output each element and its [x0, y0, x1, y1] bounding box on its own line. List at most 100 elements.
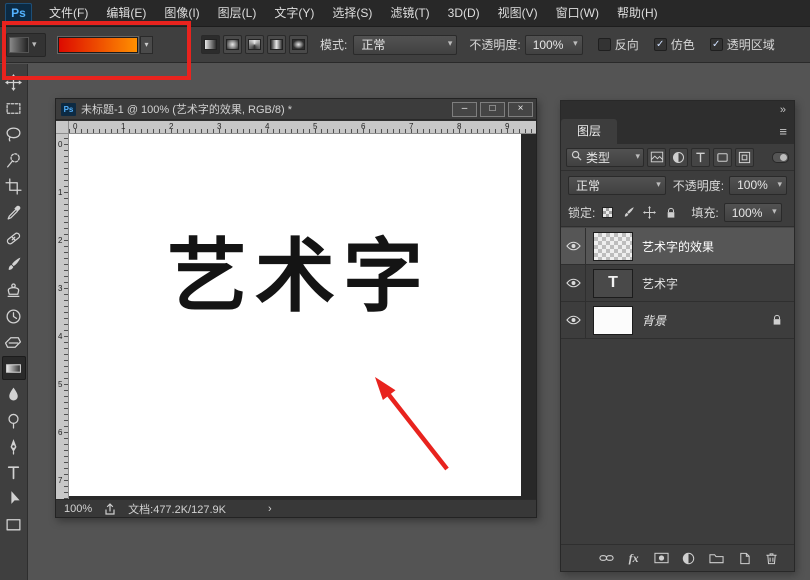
tool-spot-healing-icon[interactable]	[2, 226, 26, 250]
reverse-checkbox-box[interactable]	[598, 38, 611, 51]
filter-kind-select[interactable]: 类型	[566, 148, 644, 167]
layer-thumbnail-checker[interactable]	[593, 232, 633, 261]
menu-item-type[interactable]: 文字(Y)	[265, 0, 323, 26]
collapse-panels-icon[interactable]: »	[780, 104, 786, 116]
eye-icon	[566, 241, 581, 251]
gradient-picker[interactable]	[58, 37, 138, 53]
tool-type-icon[interactable]	[2, 460, 26, 484]
ruler-v-number: 7	[58, 476, 62, 485]
layer-row-background[interactable]: 背景	[561, 302, 794, 339]
angle-gradient-button[interactable]	[245, 35, 264, 54]
zoom-level[interactable]: 100%	[64, 503, 92, 515]
tool-preset-gradient-icon	[9, 37, 29, 53]
visibility-toggle[interactable]	[561, 265, 586, 302]
export-icon[interactable]	[104, 503, 116, 515]
lock-position-icon[interactable]	[642, 205, 657, 220]
opacity-select[interactable]: 100%	[525, 35, 583, 55]
type-filter-icon[interactable]	[691, 148, 710, 167]
delete-layer-icon[interactable]	[763, 549, 781, 567]
layer-mask-icon[interactable]	[652, 549, 670, 567]
tool-dodge-icon[interactable]	[2, 408, 26, 432]
tool-history-brush-icon[interactable]	[2, 304, 26, 328]
layer-name[interactable]: 艺术字的效果	[642, 238, 714, 255]
menu-item-image[interactable]: 图像(I)	[155, 0, 208, 26]
layer-thumbnail-background[interactable]	[593, 306, 633, 335]
canvas-area: 艺术字	[69, 134, 536, 499]
adjustment-filter-icon[interactable]	[669, 148, 688, 167]
tool-blur-icon[interactable]	[2, 382, 26, 406]
new-layer-icon[interactable]	[735, 549, 753, 567]
gradient-picker-arrow[interactable]: ▾	[140, 36, 153, 54]
lock-all-icon[interactable]	[663, 205, 678, 220]
tool-clone-stamp-icon[interactable]	[2, 278, 26, 302]
tool-gradient-icon[interactable]	[2, 356, 26, 380]
tab-layers[interactable]: 图层	[561, 119, 617, 144]
radial-gradient-button[interactable]	[223, 35, 242, 54]
smart-object-filter-icon[interactable]	[735, 148, 754, 167]
chevron-down-icon: ▾	[32, 39, 37, 50]
lock-pixels-icon[interactable]	[621, 205, 636, 220]
tool-rectangle-icon[interactable]	[2, 512, 26, 536]
layer-name[interactable]: 艺术字	[642, 275, 678, 292]
menu-item-filter[interactable]: 滤镜(T)	[381, 0, 438, 26]
menu-item-file[interactable]: 文件(F)	[40, 0, 97, 26]
reflected-gradient-button[interactable]	[267, 35, 286, 54]
layer-fill-select[interactable]: 100%	[724, 203, 782, 222]
ruler-h-number: 5	[313, 122, 317, 131]
transparency-checkbox-box[interactable]: ✓	[710, 38, 723, 51]
layer-row-effect[interactable]: 艺术字的效果	[561, 228, 794, 265]
visibility-toggle[interactable]	[561, 302, 586, 339]
layer-name[interactable]: 背景	[642, 312, 666, 329]
menu-item-help[interactable]: 帮助(H)	[608, 0, 667, 26]
reverse-checkbox[interactable]: 反向	[598, 36, 639, 53]
adjustment-layer-icon[interactable]	[680, 549, 698, 567]
tool-lasso-icon[interactable]	[2, 122, 26, 146]
minimize-button[interactable]: –	[452, 102, 477, 117]
tool-brush-icon[interactable]	[2, 252, 26, 276]
tool-quick-selection-icon[interactable]	[2, 148, 26, 172]
layer-blend-mode-select[interactable]: 正常	[568, 176, 666, 195]
layer-thumbnail-type[interactable]: T	[593, 269, 633, 298]
dither-checkbox-box[interactable]: ✓	[654, 38, 667, 51]
diamond-gradient-button[interactable]	[289, 35, 308, 54]
menu-item-view[interactable]: 视图(V)	[489, 0, 547, 26]
visibility-toggle[interactable]	[561, 228, 586, 265]
status-chevron-icon[interactable]: ›	[268, 503, 272, 515]
ruler-horizontal: 0123456789	[69, 121, 536, 134]
restore-button[interactable]: □	[480, 102, 505, 117]
tool-eraser-icon[interactable]	[2, 330, 26, 354]
tool-rect-marquee-icon[interactable]	[2, 96, 26, 120]
menu-item-edit[interactable]: 编辑(E)	[97, 0, 155, 26]
menu-item-3d[interactable]: 3D(D)	[439, 0, 489, 26]
menu-item-select[interactable]: 选择(S)	[323, 0, 381, 26]
tool-move-icon[interactable]	[2, 70, 26, 94]
link-layers-icon[interactable]	[597, 549, 615, 567]
filter-toggle[interactable]	[772, 152, 789, 163]
pixel-filter-icon[interactable]	[647, 148, 666, 167]
blend-mode-select[interactable]: 正常	[353, 35, 457, 55]
tool-path-selection-icon[interactable]	[2, 486, 26, 510]
document-title-bar[interactable]: Ps 未标题-1 @ 100% (艺术字的效果, RGB/8) * – □ ×	[56, 99, 536, 120]
lock-transparency-icon[interactable]	[600, 205, 615, 220]
new-group-icon[interactable]	[708, 549, 726, 567]
menu-item-window[interactable]: 窗口(W)	[547, 0, 608, 26]
eye-icon	[566, 315, 581, 325]
tool-eyedropper-icon[interactable]	[2, 200, 26, 224]
shape-filter-icon[interactable]	[713, 148, 732, 167]
layer-row-text[interactable]: T 艺术字	[561, 265, 794, 302]
gradient-type-buttons	[201, 35, 308, 54]
photoshop-app: Ps 文件(F)编辑(E)图像(I)图层(L)文字(Y)选择(S)滤镜(T)3D…	[0, 0, 810, 580]
panel-menu-icon[interactable]: ≡	[779, 119, 787, 144]
layer-style-icon[interactable]: fx	[625, 549, 643, 567]
transparency-checkbox[interactable]: ✓透明区域	[710, 36, 775, 53]
layer-opacity-select[interactable]: 100%	[729, 176, 787, 195]
tool-crop-icon[interactable]	[2, 174, 26, 198]
linear-gradient-button[interactable]	[201, 35, 220, 54]
canvas[interactable]: 艺术字	[69, 134, 521, 496]
menu-item-layer[interactable]: 图层(L)	[209, 0, 266, 26]
close-button[interactable]: ×	[508, 102, 533, 117]
dither-checkbox[interactable]: ✓仿色	[654, 36, 695, 53]
tool-preset-picker[interactable]: ▾	[6, 33, 46, 57]
diamond-gradient-icon	[292, 39, 305, 50]
tool-pen-icon[interactable]	[2, 434, 26, 458]
